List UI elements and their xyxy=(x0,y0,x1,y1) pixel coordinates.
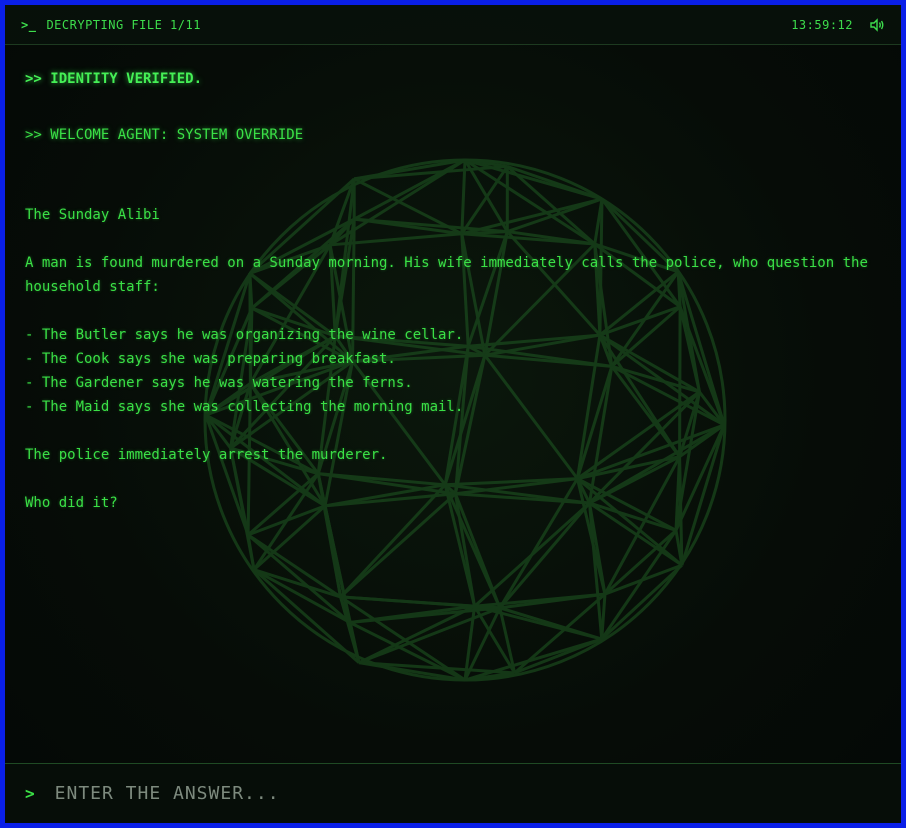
puzzle-outcome: The police immediately arrest the murder… xyxy=(25,447,388,463)
welcome-line: >> WELCOME AGENT: SYSTEM OVERRIDE xyxy=(25,127,304,143)
identity-verified-line: >> IDENTITY VERIFIED. xyxy=(25,71,203,87)
statement-cook: - The Cook says she was preparing breakf… xyxy=(25,351,396,367)
answer-prompt-icon: > xyxy=(25,784,35,803)
clock: 13:59:12 xyxy=(791,17,853,32)
puzzle-intro: A man is found murdered on a Sunday morn… xyxy=(25,255,877,295)
terminal-output: >> IDENTITY VERIFIED. >> WELCOME AGENT: … xyxy=(25,67,871,515)
statement-gardener: - The Gardener says he was watering the … xyxy=(25,375,413,391)
puzzle-text: The Sunday Alibi A man is found murdered… xyxy=(25,203,871,515)
puzzle-question: Who did it? xyxy=(25,495,118,511)
terminal-prompt-icon: >_ xyxy=(21,17,37,32)
file-progress-title: DECRYPTING FILE 1/11 xyxy=(46,17,201,32)
statement-butler: - The Butler says he was organizing the … xyxy=(25,327,464,343)
answer-input[interactable] xyxy=(52,782,881,805)
answer-bar: > xyxy=(5,763,901,823)
statement-maid: - The Maid says she was collecting the m… xyxy=(25,399,464,415)
app-frame: >_ DECRYPTING FILE 1/11 13:59:12 >> IDEN… xyxy=(0,0,906,828)
terminal-window: >_ DECRYPTING FILE 1/11 13:59:12 >> IDEN… xyxy=(5,5,901,823)
header-bar: >_ DECRYPTING FILE 1/11 13:59:12 xyxy=(5,5,901,45)
speaker-icon[interactable] xyxy=(869,17,885,32)
puzzle-title: The Sunday Alibi xyxy=(25,207,160,223)
